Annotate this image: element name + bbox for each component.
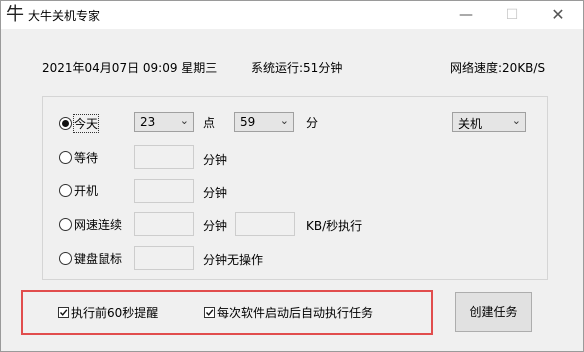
app-logo-icon: 牛 <box>6 4 24 25</box>
hour-value: 23 <box>140 115 156 129</box>
radio-unchecked-icon <box>59 151 72 164</box>
hour-unit-label: 点 <box>203 116 216 130</box>
checkmark-icon <box>204 307 215 318</box>
radio-unchecked-icon <box>59 184 72 197</box>
datetime-text: 2021年04月07日 09:09 星期三 <box>42 61 218 75</box>
maximize-button[interactable]: ☐ <box>489 1 535 29</box>
radio-boot[interactable]: 开机 <box>59 182 98 199</box>
radio-wait-label: 等待 <box>74 151 99 165</box>
network-speed-text: 网络速度:20KB/S <box>450 61 546 75</box>
netspeed-rate-unit-label: KB/秒执行 <box>306 219 363 233</box>
chevron-down-icon: ⌄ <box>511 114 521 127</box>
remind-checkbox[interactable]: 执行前60秒提醒 <box>58 304 158 321</box>
minute-unit-label: 分 <box>306 116 319 130</box>
radio-wait[interactable]: 等待 <box>59 149 98 166</box>
minute-select[interactable]: 59 ⌄ <box>234 112 294 132</box>
app-window: 牛 大牛关机专家 — ☐ ✕ 2021年04月07日 09:09 星期三 系统运… <box>0 0 584 352</box>
radio-netspeed[interactable]: 网速连续 <box>59 216 122 233</box>
boot-minutes-input[interactable] <box>134 179 194 203</box>
close-button[interactable]: ✕ <box>535 1 581 29</box>
minute-value: 59 <box>240 115 256 129</box>
idle-unit-label: 分钟无操作 <box>203 253 264 267</box>
boot-unit-label: 分钟 <box>203 186 228 200</box>
radio-checked-icon <box>59 117 72 130</box>
netspeed-rate-input[interactable] <box>235 212 295 236</box>
hour-select[interactable]: 23 ⌄ <box>134 112 194 132</box>
uptime-text: 系统运行:51分钟 <box>251 61 343 75</box>
radio-today-label: 今天 <box>72 114 100 133</box>
autorun-checkbox[interactable]: 每次软件启动后自动执行任务 <box>204 304 373 321</box>
action-select[interactable]: 关机 ⌄ <box>452 112 526 132</box>
wait-minutes-input[interactable] <box>134 145 194 169</box>
idle-minutes-input[interactable] <box>134 246 194 270</box>
autorun-label: 每次软件启动后自动执行任务 <box>217 306 374 320</box>
radio-input-idle[interactable]: 键盘鼠标 <box>59 250 122 267</box>
radio-unchecked-icon <box>59 252 72 265</box>
minimize-button[interactable]: — <box>443 1 489 29</box>
action-value: 关机 <box>458 117 483 131</box>
radio-boot-label: 开机 <box>74 184 99 198</box>
wait-unit-label: 分钟 <box>203 153 228 167</box>
create-task-button[interactable]: 创建任务 <box>455 292 532 332</box>
radio-today[interactable]: 今天 <box>59 114 100 133</box>
title-bar: 牛 大牛关机专家 — ☐ ✕ <box>1 1 583 29</box>
netspeed-unit-label: 分钟 <box>203 219 228 233</box>
remind-label: 执行前60秒提醒 <box>71 306 159 320</box>
chevron-down-icon: ⌄ <box>279 114 289 127</box>
window-title: 大牛关机专家 <box>28 9 101 23</box>
radio-input-idle-label: 键盘鼠标 <box>74 252 123 266</box>
checkmark-icon <box>58 307 69 318</box>
chevron-down-icon: ⌄ <box>179 114 189 127</box>
radio-netspeed-label: 网速连续 <box>74 218 123 232</box>
radio-unchecked-icon <box>59 218 72 231</box>
netspeed-minutes-input[interactable] <box>134 212 194 236</box>
